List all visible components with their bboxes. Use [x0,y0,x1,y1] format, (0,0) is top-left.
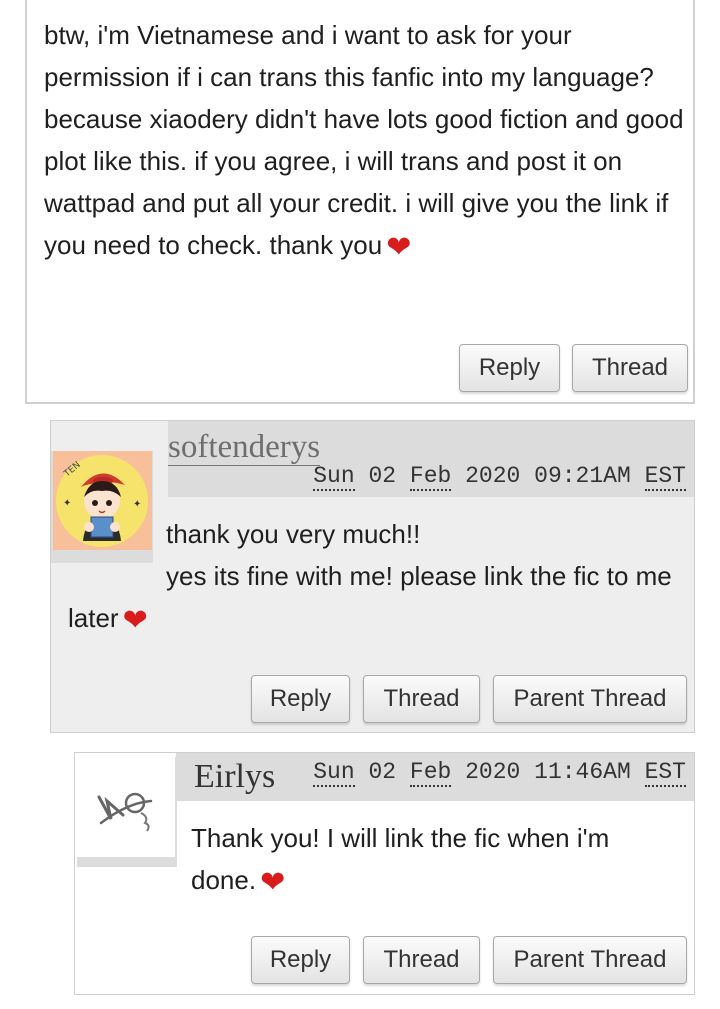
comment-header: softenderys Sun 02 Feb 2020 09:21AM EST [168,421,694,497]
parent-thread-button[interactable]: Parent Thread [493,675,687,723]
comment-text: btw, i'm Vietnamese and i want to ask fo… [44,20,684,260]
posted-month: Feb [409,463,452,491]
thread-button[interactable]: Thread [363,675,480,723]
avatar-frame [77,757,177,867]
parent-thread-button[interactable]: Parent Thread [493,936,687,984]
posted-timezone: EST [644,759,686,787]
thread-button[interactable]: Thread [363,936,480,984]
comment-text: Thank you! I will link the fic when i'm … [191,823,610,895]
comment-body: btw, i'm Vietnamese and i want to ask fo… [44,14,684,266]
posted-timezone: EST [644,463,686,491]
posted-datetime: Sun 02 Feb 2020 09:21AM EST [313,463,686,491]
comment-line-1: thank you very much!! [166,519,421,549]
comment-line-2-text: yes its fine with me! please link the fi… [68,561,672,633]
comment-2: softenderys Sun 02 Feb 2020 09:21AM EST … [50,420,695,733]
heart-emoji-icon: ❤ [386,231,412,264]
svg-text:✦: ✦ [63,498,71,509]
author-link[interactable]: softenderys [168,429,321,466]
posted-day: Sun [313,463,355,491]
posted-date: 02 [368,463,397,489]
posted-month: Feb [409,759,452,787]
comment-1: btw, i'm Vietnamese and i want to ask fo… [25,0,695,404]
posted-day: Sun [313,759,355,787]
signature-avatar-icon[interactable] [77,757,175,857]
comment-header: Eirlys Sun 02 Feb 2020 11:46AM EST [176,753,694,801]
author-link[interactable]: Eirlys [194,757,275,797]
heart-emoji-icon: ❤ [260,866,286,899]
posted-year-time: 2020 11:46AM [465,759,631,785]
svg-text:✦: ✦ [133,499,141,510]
posted-datetime: Sun 02 Feb 2020 11:46AM EST [313,759,686,787]
reply-button[interactable]: Reply [251,675,350,723]
posted-year-time: 2020 09:21AM [465,463,631,489]
reply-button[interactable]: Reply [251,936,350,984]
comment-body: thank you very much!! yes its fine with … [68,513,688,639]
reply-button[interactable]: Reply [459,344,560,392]
thread-button[interactable]: Thread [572,344,688,392]
comment-3: Eirlys Sun 02 Feb 2020 11:46AM EST Thank… [74,752,695,995]
heart-emoji-icon: ❤ [122,604,148,637]
posted-date: 02 [368,759,397,785]
comment-line-2: yes its fine with me! please link the fi… [68,555,688,639]
comment-body: Thank you! I will link the fic when i'm … [191,817,681,901]
